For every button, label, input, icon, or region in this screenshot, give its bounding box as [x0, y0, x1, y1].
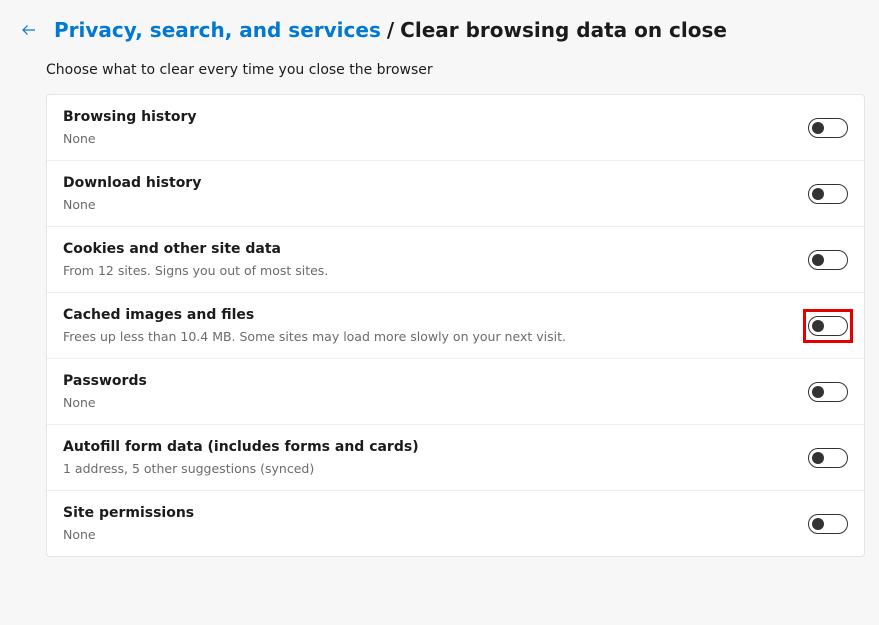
row-text: Cached images and files Frees up less th…: [63, 307, 566, 344]
row-desc: From 12 sites. Signs you out of most sit…: [63, 263, 328, 278]
row-title: Download history: [63, 175, 201, 191]
settings-panel: Browsing history None Download history N…: [46, 94, 865, 557]
row-desc: None: [63, 131, 197, 146]
row-text: Passwords None: [63, 373, 147, 410]
row-text: Cookies and other site data From 12 site…: [63, 241, 328, 278]
toggle-download-history[interactable]: [808, 184, 848, 204]
row-cached-images: Cached images and files Frees up less th…: [47, 293, 864, 359]
row-title: Passwords: [63, 373, 147, 389]
row-passwords: Passwords None: [47, 359, 864, 425]
toggle-cached-images[interactable]: [808, 316, 848, 336]
toggle-passwords[interactable]: [808, 382, 848, 402]
row-site-permissions: Site permissions None: [47, 491, 864, 556]
row-title: Cached images and files: [63, 307, 566, 323]
toggle-cookies[interactable]: [808, 250, 848, 270]
back-arrow-icon[interactable]: [20, 21, 38, 39]
row-desc: None: [63, 527, 194, 542]
page-subtitle: Choose what to clear every time you clos…: [0, 50, 879, 94]
breadcrumb: Privacy, search, and services / Clear br…: [54, 18, 727, 42]
row-desc: 1 address, 5 other suggestions (synced): [63, 461, 419, 476]
breadcrumb-parent-link[interactable]: Privacy, search, and services: [54, 18, 381, 42]
row-download-history: Download history None: [47, 161, 864, 227]
row-text: Site permissions None: [63, 505, 194, 542]
row-desc: Frees up less than 10.4 MB. Some sites m…: [63, 329, 566, 344]
page-header: Privacy, search, and services / Clear br…: [0, 0, 879, 50]
row-browsing-history: Browsing history None: [47, 95, 864, 161]
toggle-browsing-history[interactable]: [808, 118, 848, 138]
breadcrumb-separator: /: [387, 18, 394, 42]
toggle-autofill[interactable]: [808, 448, 848, 468]
row-text: Download history None: [63, 175, 201, 212]
row-title: Browsing history: [63, 109, 197, 125]
toggle-site-permissions[interactable]: [808, 514, 848, 534]
row-autofill: Autofill form data (includes forms and c…: [47, 425, 864, 491]
row-text: Autofill form data (includes forms and c…: [63, 439, 419, 476]
row-desc: None: [63, 395, 147, 410]
row-cookies: Cookies and other site data From 12 site…: [47, 227, 864, 293]
row-text: Browsing history None: [63, 109, 197, 146]
row-desc: None: [63, 197, 201, 212]
row-title: Site permissions: [63, 505, 194, 521]
row-title: Cookies and other site data: [63, 241, 328, 257]
breadcrumb-current: Clear browsing data on close: [400, 18, 727, 42]
row-title: Autofill form data (includes forms and c…: [63, 439, 419, 455]
